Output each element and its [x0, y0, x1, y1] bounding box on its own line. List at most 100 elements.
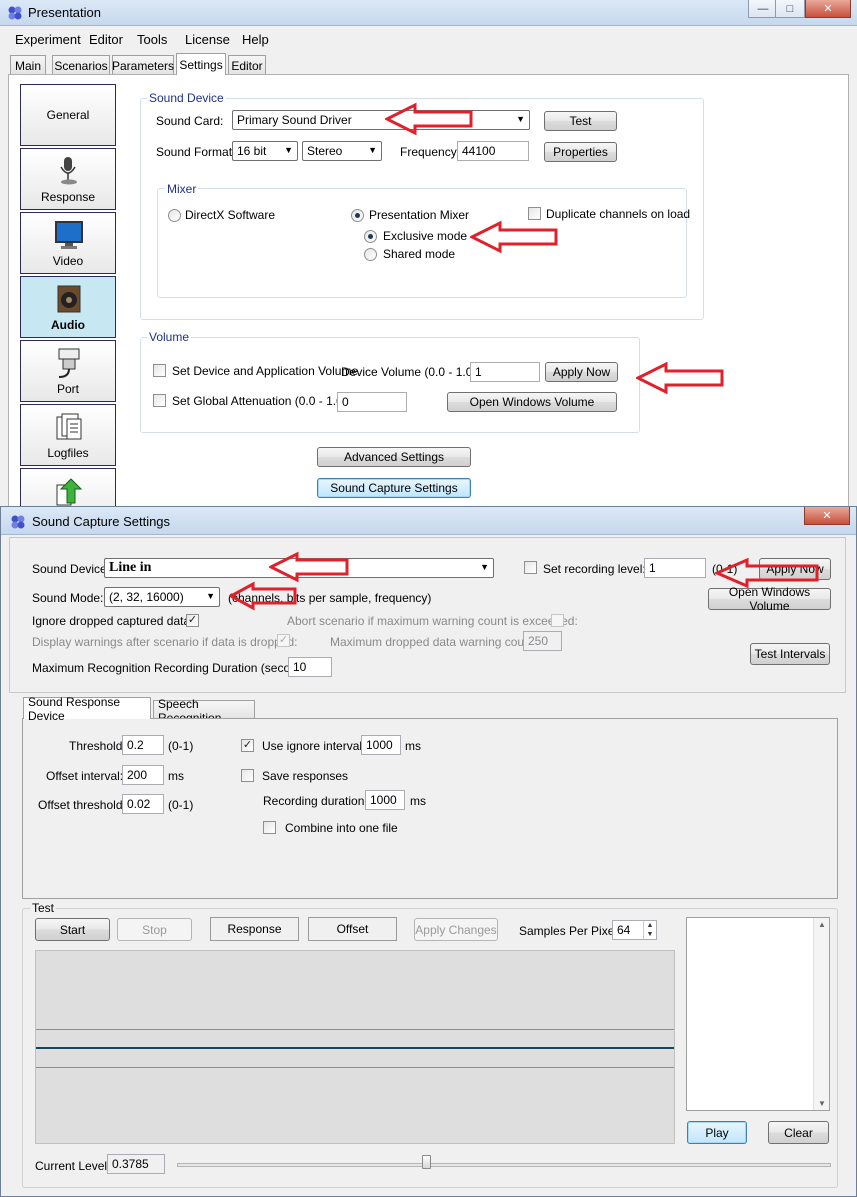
abort-scenario-label: Abort scenario if maximum warning count … [287, 614, 578, 628]
open-windows-volume-button[interactable]: Open Windows Volume [708, 585, 831, 613]
save-responses-checkbox[interactable] [241, 769, 254, 782]
channel-select[interactable]: Stereo ▼ [302, 141, 382, 161]
chevron-down-icon: ▼ [206, 591, 215, 601]
green-arrow-icon [56, 478, 83, 506]
clear-button[interactable]: Clear [768, 1121, 829, 1144]
sidebar-item-label: Audio [51, 318, 85, 332]
menu-tools[interactable]: Tools [137, 32, 167, 47]
sound-capture-settings-button[interactable]: Sound Capture Settings [317, 478, 471, 498]
scroll-up-icon[interactable]: ▲ [818, 920, 826, 929]
samples-per-pixel-label: Samples Per Pixel: [519, 924, 621, 938]
sidebar-item-video[interactable]: Video [20, 212, 116, 274]
menu-experiment[interactable]: Experiment [15, 32, 81, 47]
offset-threshold-input[interactable] [122, 794, 164, 814]
frequency-input[interactable] [457, 141, 529, 161]
sidebar-item-port[interactable]: Port [20, 340, 116, 402]
offset-interval-label: Offset interval: [46, 769, 124, 783]
advanced-settings-button[interactable]: Advanced Settings [317, 447, 471, 467]
set-global-attenuation-checkbox[interactable] [153, 394, 166, 407]
start-button[interactable]: Start [35, 918, 110, 941]
global-attenuation-input[interactable] [337, 392, 407, 412]
volume-group-title: Volume [147, 330, 192, 344]
capture-window-title: Sound Capture Settings [32, 514, 171, 529]
combine-one-file-checkbox[interactable] [263, 821, 276, 834]
set-recording-level-checkbox[interactable] [524, 561, 537, 574]
chevron-down-icon: ▼ [480, 562, 489, 572]
tab-main[interactable]: Main [10, 55, 46, 75]
threshold-input[interactable] [122, 735, 164, 755]
exclusive-mode-radio[interactable] [364, 230, 377, 243]
recording-duration-input[interactable] [365, 790, 405, 810]
samples-spinner[interactable]: ▲ ▼ [643, 921, 656, 939]
tab-sound-response-device[interactable]: Sound Response Device [23, 695, 151, 723]
annotation-arrow-icon [636, 361, 724, 395]
offset-interval-input[interactable] [122, 765, 164, 785]
sound-format-label: Sound Format: [156, 145, 236, 159]
mixer-group-title: Mixer [165, 182, 199, 196]
presentation-mixer-radio[interactable] [351, 209, 364, 222]
close-button[interactable]: ✕ [804, 507, 850, 525]
menu-help[interactable]: Help [242, 32, 269, 47]
apply-changes-button[interactable]: Apply Changes [414, 918, 498, 941]
play-button[interactable]: Play [687, 1121, 747, 1144]
ignore-interval-input[interactable] [361, 735, 401, 755]
use-ignore-interval-checkbox[interactable]: ✓ [241, 739, 254, 752]
bit-depth-select[interactable]: 16 bit ▼ [232, 141, 298, 161]
annotation-arrow-icon [385, 102, 473, 136]
response-list-scrollbar[interactable]: ▲ ▼ [813, 918, 829, 1110]
test-intervals-button[interactable]: Test Intervals [750, 643, 830, 665]
sidebar-item-more[interactable] [20, 468, 116, 510]
sound-card-select[interactable]: Primary Sound Driver ▼ [232, 110, 530, 130]
shared-mode-radio[interactable] [364, 248, 377, 261]
sound-mode-select[interactable]: (2, 32, 16000) ▼ [104, 587, 220, 607]
abort-scenario-checkbox[interactable] [551, 614, 564, 627]
tab-speech-recognition[interactable]: Speech Recognition [153, 697, 255, 725]
tab-scenarios[interactable]: Scenarios [52, 55, 110, 75]
device-volume-input[interactable] [470, 362, 540, 382]
response-toggle[interactable]: Response [210, 917, 299, 941]
display-warnings-checkbox[interactable]: ✓ [277, 634, 290, 647]
annotation-arrow-icon [269, 551, 349, 583]
response-list[interactable]: ▲ ▼ [686, 917, 830, 1111]
minimize-button[interactable]: — [748, 0, 778, 18]
current-level-slider-thumb[interactable] [421, 1155, 431, 1169]
close-button[interactable]: ✕ [805, 0, 851, 18]
tab-settings[interactable]: Settings [176, 53, 226, 75]
open-windows-volume-button[interactable]: Open Windows Volume [447, 392, 617, 412]
offset-toggle[interactable]: Offset [308, 917, 397, 941]
sidebar-item-label: General [46, 108, 90, 122]
sound-device-group-title: Sound Device [147, 91, 226, 105]
port-connector-icon [58, 348, 80, 378]
properties-button[interactable]: Properties [544, 142, 617, 162]
chevron-down-icon: ▼ [284, 145, 293, 155]
current-level-slider[interactable] [177, 1163, 831, 1167]
threshold-range: (0-1) [168, 739, 194, 753]
use-ignore-interval-label: Use ignore interval: [262, 739, 366, 753]
sidebar-item-general[interactable]: General [20, 84, 116, 146]
max-recognition-input[interactable] [288, 657, 332, 677]
sidebar-item-response[interactable]: Response [20, 148, 116, 210]
sidebar-item-audio[interactable]: Audio [20, 276, 116, 338]
directx-radio[interactable] [168, 209, 181, 222]
menu-editor[interactable]: Editor [89, 32, 123, 47]
tab-parameters[interactable]: Parameters [112, 55, 174, 75]
directx-label: DirectX Software [185, 208, 276, 222]
sidebar-item-logfiles[interactable]: Logfiles [20, 404, 116, 466]
device-volume-label: Device Volume (0.0 - 1.0): [341, 365, 480, 379]
set-device-volume-checkbox[interactable] [153, 364, 166, 377]
test-sound-button[interactable]: Test [544, 111, 617, 131]
tab-editor[interactable]: Editor [228, 55, 266, 75]
ignore-dropped-checkbox[interactable]: ✓ [186, 614, 199, 627]
documents-icon [56, 413, 82, 440]
test-group-title: Test [30, 901, 57, 915]
scroll-down-icon[interactable]: ▼ [818, 1099, 826, 1108]
recording-level-input[interactable] [644, 558, 706, 578]
menu-license[interactable]: License [185, 32, 230, 47]
duplicate-channels-checkbox[interactable] [528, 207, 541, 220]
apply-now-button[interactable]: Apply Now [545, 362, 618, 382]
max-dropped-input[interactable] [523, 631, 562, 651]
annotation-arrow-icon [229, 581, 297, 611]
stop-button[interactable]: Stop [117, 918, 192, 941]
offset-threshold-range: (0-1) [168, 798, 194, 812]
maximize-button[interactable]: □ [775, 0, 805, 18]
